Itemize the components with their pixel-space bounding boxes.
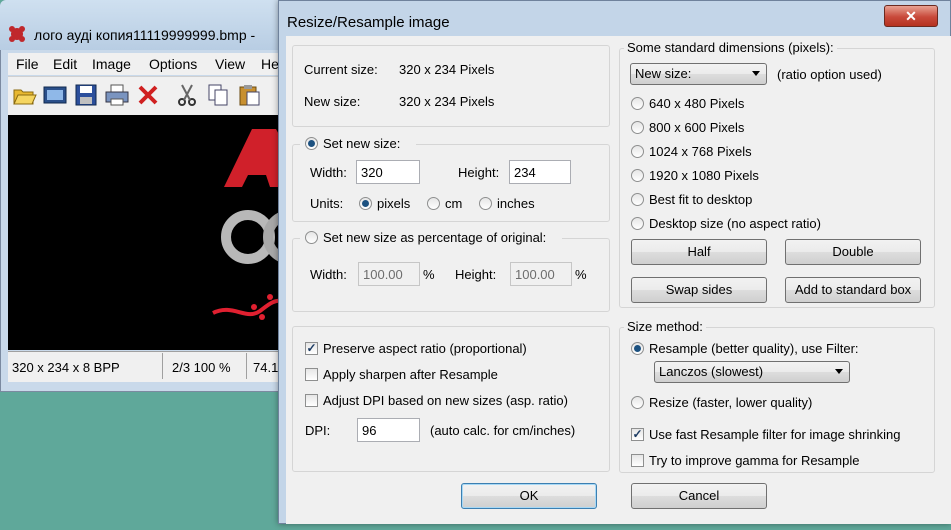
audi-logo-image <box>212 129 317 320</box>
gamma-label: Try to improve gamma for Resample <box>649 453 860 468</box>
units-inches-radio[interactable] <box>479 197 492 210</box>
set-new-size-label: Set new size: <box>323 136 401 151</box>
std-option-radio-best-fit[interactable] <box>631 193 644 206</box>
close-button[interactable]: ✕ <box>884 5 938 27</box>
resize-label: Resize (faster, lower quality) <box>649 395 813 410</box>
percentage-label: Set new size as percentage of original: <box>323 230 547 245</box>
units-label: Units: <box>310 196 344 211</box>
dialog-title: Resize/Resample image <box>287 14 450 31</box>
background-window-title: лого ауді копия11119999999.bmp - <box>34 27 256 43</box>
standard-size-combo-value: New size: <box>635 66 692 81</box>
std-option-label: Desktop size (no aspect ratio) <box>649 216 821 231</box>
resample-radio[interactable] <box>631 342 644 355</box>
pct-height-input[interactable] <box>510 262 572 286</box>
height-label: Height: <box>458 165 500 180</box>
double-button[interactable]: Double <box>785 239 921 265</box>
new-size-label: New size: <box>304 94 361 109</box>
units-pixels-label: pixels <box>377 196 411 211</box>
status-divider <box>162 353 163 379</box>
standard-size-combo[interactable]: New size: <box>630 63 767 85</box>
pct-width-label: Width: <box>310 267 347 282</box>
std-option-label: 1920 x 1080 Pixels <box>649 168 759 183</box>
std-option-radio-1024[interactable] <box>631 145 644 158</box>
width-input[interactable] <box>356 160 420 184</box>
pct-width-percent: % <box>423 267 435 282</box>
menu-options[interactable]: Options <box>149 56 197 72</box>
pct-width-input[interactable] <box>358 262 420 286</box>
half-button[interactable]: Half <box>631 239 767 265</box>
print-icon[interactable] <box>104 82 130 108</box>
image-canvas[interactable] <box>8 115 317 350</box>
paste-icon[interactable] <box>236 82 262 108</box>
std-option-label: 640 x 480 Pixels <box>649 96 745 111</box>
std-option-label: 800 x 600 Pixels <box>649 120 745 135</box>
filter-combo[interactable]: Lanczos (slowest) <box>654 361 850 383</box>
menu-help[interactable]: He <box>261 56 279 72</box>
menu-file[interactable]: File <box>16 56 39 72</box>
slideshow-icon[interactable] <box>42 82 68 108</box>
fast-filter-checkbox[interactable]: ✓ <box>631 428 644 441</box>
pct-height-label: Height: <box>455 267 497 282</box>
percentage-radio[interactable] <box>305 231 318 244</box>
gamma-checkbox[interactable] <box>631 454 644 467</box>
ok-button[interactable]: OK <box>461 483 597 509</box>
size-info-group <box>292 45 610 127</box>
irfanview-icon <box>9 26 25 42</box>
apply-sharpen-label: Apply sharpen after Resample <box>323 367 498 382</box>
units-cm-label: cm <box>445 196 463 211</box>
std-option-label: 1024 x 768 Pixels <box>649 144 752 159</box>
current-size-value: 320 x 234 Pixels <box>399 62 495 77</box>
delete-icon[interactable] <box>135 82 161 108</box>
status-extra: 74.1 <box>253 360 279 375</box>
size-method-legend: Size method: <box>624 319 706 334</box>
std-option-radio-800[interactable] <box>631 121 644 134</box>
preserve-aspect-label: Preserve aspect ratio (proportional) <box>323 341 527 356</box>
resample-label: Resample (better quality), use Filter: <box>649 341 859 356</box>
height-input[interactable] <box>509 160 571 184</box>
dpi-note: (auto calc. for cm/inches) <box>430 423 576 438</box>
add-to-standard-button[interactable]: Add to standard box <box>785 277 921 303</box>
close-icon: ✕ <box>905 8 917 24</box>
cut-icon[interactable] <box>174 82 200 108</box>
units-inches-label: inches <box>497 196 535 211</box>
std-option-radio-1920[interactable] <box>631 169 644 182</box>
status-divider <box>246 353 247 379</box>
apply-sharpen-checkbox[interactable] <box>305 368 318 381</box>
cancel-button[interactable]: Cancel <box>631 483 767 509</box>
preserve-aspect-checkbox[interactable]: ✓ <box>305 342 318 355</box>
std-option-label: Best fit to desktop <box>649 192 753 207</box>
set-new-size-radio[interactable] <box>305 137 318 150</box>
ratio-note: (ratio option used) <box>777 67 882 82</box>
units-pixels-radio[interactable] <box>359 197 372 210</box>
standard-dimensions-legend: Some standard dimensions (pixels): <box>624 40 837 55</box>
fast-filter-label: Use fast Resample filter for image shrin… <box>649 427 901 442</box>
menu-view[interactable]: View <box>215 56 245 72</box>
pct-height-percent: % <box>575 267 587 282</box>
status-page-zoom: 2/3 100 % <box>172 360 231 375</box>
save-icon[interactable] <box>73 82 99 108</box>
resize-radio[interactable] <box>631 396 644 409</box>
open-icon[interactable] <box>11 82 37 108</box>
width-label: Width: <box>310 165 347 180</box>
adjust-dpi-label: Adjust DPI based on new sizes (asp. rati… <box>323 393 568 408</box>
dpi-input[interactable] <box>357 418 420 442</box>
std-option-radio-desktop[interactable] <box>631 217 644 230</box>
swap-sides-button[interactable]: Swap sides <box>631 277 767 303</box>
new-size-value: 320 x 234 Pixels <box>399 94 495 109</box>
filter-combo-value: Lanczos (slowest) <box>659 364 764 379</box>
std-option-radio-640[interactable] <box>631 97 644 110</box>
units-cm-radio[interactable] <box>427 197 440 210</box>
dpi-label: DPI: <box>305 423 331 438</box>
chevron-down-icon <box>835 369 843 374</box>
copy-icon[interactable] <box>205 82 231 108</box>
chevron-down-icon <box>752 71 760 76</box>
menu-edit[interactable]: Edit <box>53 56 77 72</box>
menu-image[interactable]: Image <box>92 56 131 72</box>
current-size-label: Current size: <box>304 62 378 77</box>
status-image-info: 320 x 234 x 8 BPP <box>12 360 120 375</box>
adjust-dpi-checkbox[interactable] <box>305 394 318 407</box>
